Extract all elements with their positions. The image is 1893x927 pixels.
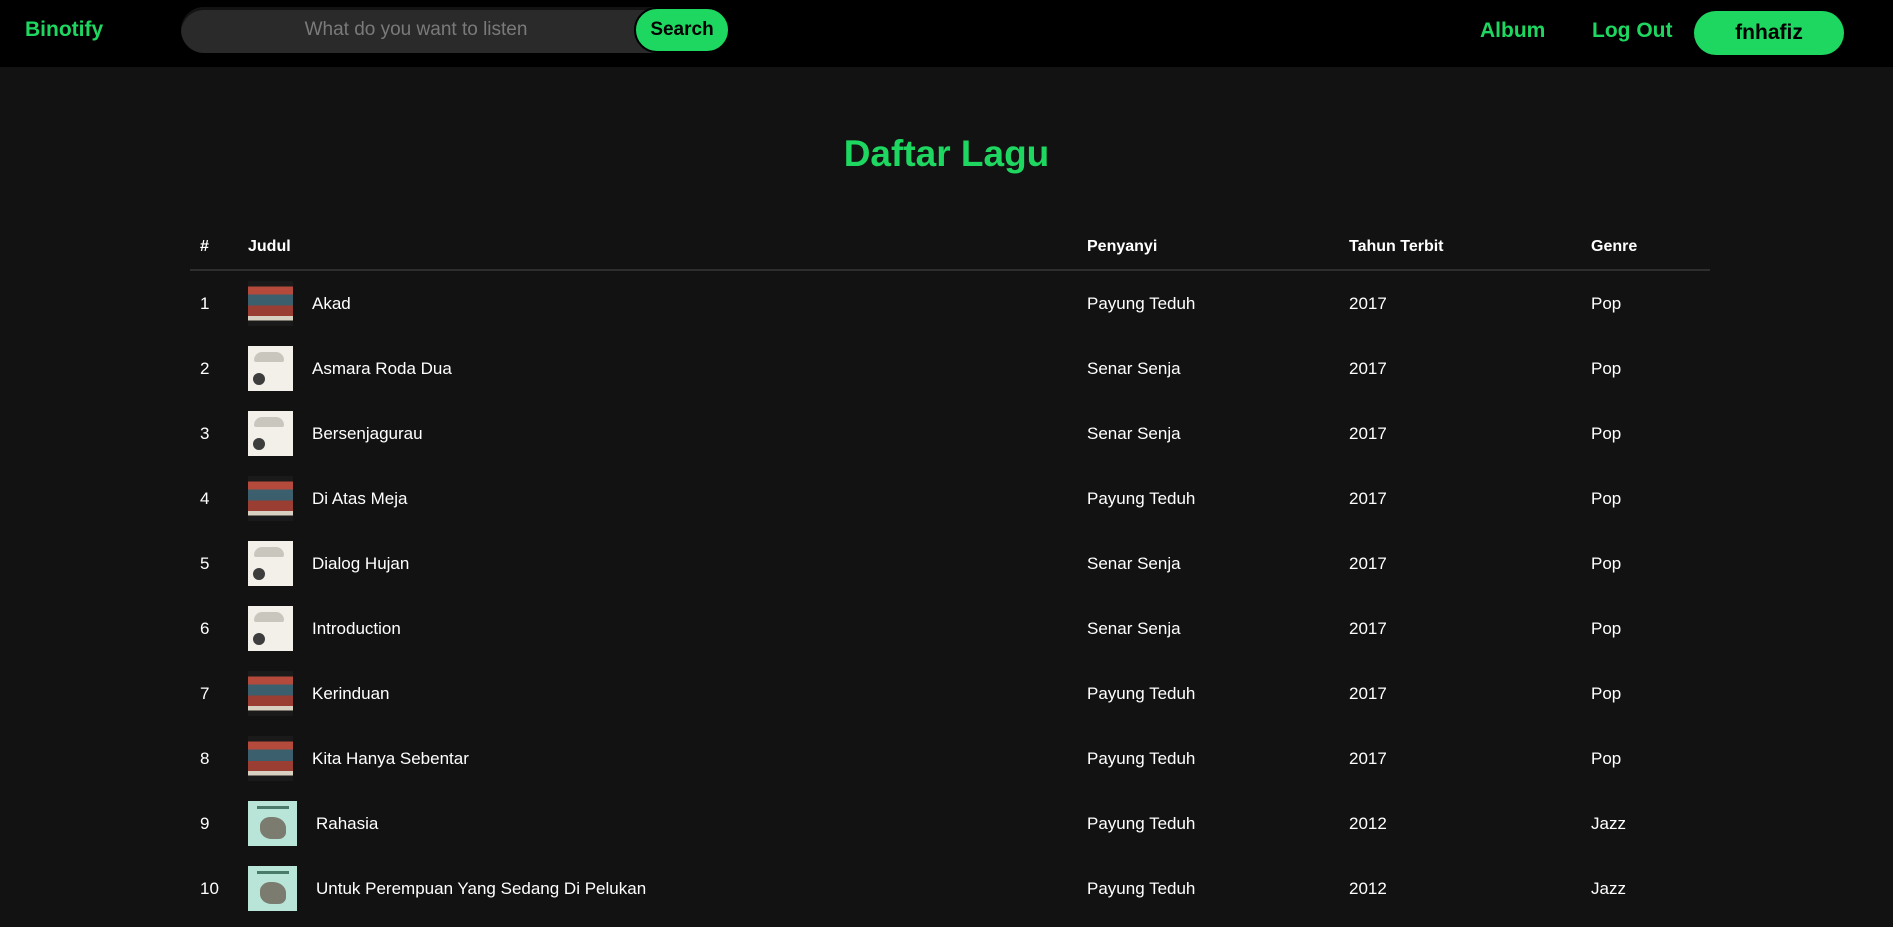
album-cover-icon [248,411,293,456]
row-number: 2 [200,358,210,378]
song-title[interactable]: Untuk Perempuan Yang Sedang Di Pelukan [316,879,646,899]
album-link[interactable]: Album [1480,19,1545,43]
song-title[interactable]: Kita Hanya Sebentar [312,749,469,769]
header-singer: Penyanyi [1087,225,1349,271]
album-cover-icon [248,736,293,781]
song-year: 2017 [1349,293,1387,313]
song-title[interactable]: Kerinduan [312,684,390,704]
header-number: # [190,225,248,271]
row-number: 1 [200,293,210,313]
song-genre: Pop [1591,293,1622,313]
album-cover-icon [248,671,293,716]
table-row[interactable]: 10 Untuk Perempuan Yang Sedang Di Peluka… [190,856,1710,921]
song-genre: Pop [1591,488,1622,508]
song-singer: Senar Senja [1087,423,1181,443]
song-singer: Payung Teduh [1087,813,1196,833]
table-row[interactable]: 8 Kita Hanya Sebentar Payung Teduh 2017 … [190,726,1710,791]
song-singer: Senar Senja [1087,553,1181,573]
song-year: 2017 [1349,748,1387,768]
table-header-row: # Judul Penyanyi Tahun Terbit Genre [190,225,1710,271]
row-number: 3 [200,423,210,443]
song-year: 2017 [1349,423,1387,443]
song-singer: Payung Teduh [1087,488,1196,508]
song-year: 2017 [1349,683,1387,703]
song-genre: Jazz [1591,813,1626,833]
song-title[interactable]: Asmara Roda Dua [312,359,452,379]
album-cover-icon [248,346,293,391]
table-row[interactable]: 9 Rahasia Payung Teduh 2012 Jazz [190,791,1710,856]
song-title[interactable]: Dialog Hujan [312,554,409,574]
song-singer: Senar Senja [1087,358,1181,378]
table-row[interactable]: 4 Di Atas Meja Payung Teduh 2017 Pop [190,466,1710,531]
song-title[interactable]: Di Atas Meja [312,489,407,509]
navbar: Binotify Search Album Log Out fnhafiz [0,0,1893,67]
song-singer: Payung Teduh [1087,748,1196,768]
album-cover-icon [248,541,293,586]
user-profile-button[interactable]: fnhafiz [1694,11,1844,55]
album-cover-icon [248,866,297,911]
row-number: 8 [200,748,210,768]
song-year: 2017 [1349,553,1387,573]
header-genre: Genre [1591,225,1710,271]
song-genre: Pop [1591,618,1622,638]
song-year: 2012 [1349,813,1387,833]
table-row[interactable]: 3 Bersenjagurau Senar Senja 2017 Pop [190,401,1710,466]
album-cover-icon [248,606,293,651]
logout-link[interactable]: Log Out [1592,19,1672,43]
song-year: 2017 [1349,618,1387,638]
song-genre: Jazz [1591,878,1626,898]
song-year: 2017 [1349,488,1387,508]
page-title: Daftar Lagu [843,133,1050,174]
song-singer: Payung Teduh [1087,878,1196,898]
row-number: 9 [200,813,210,833]
table-row[interactable]: 7 Kerinduan Payung Teduh 2017 Pop [190,661,1710,726]
song-genre: Pop [1591,553,1622,573]
song-singer: Payung Teduh [1087,683,1196,703]
song-title[interactable]: Akad [312,294,351,314]
table-row[interactable]: 6 Introduction Senar Senja 2017 Pop [190,596,1710,661]
song-genre: Pop [1591,358,1622,378]
album-cover-icon [248,281,293,326]
song-title[interactable]: Rahasia [316,814,378,834]
row-number: 10 [200,878,219,898]
song-table: # Judul Penyanyi Tahun Terbit Genre 1 Ak… [190,225,1710,921]
song-title[interactable]: Introduction [312,619,401,639]
song-singer: Senar Senja [1087,618,1181,638]
brand-logo[interactable]: Binotify [25,18,103,42]
song-genre: Pop [1591,683,1622,703]
header-year: Tahun Terbit [1349,225,1591,271]
search-button[interactable]: Search [634,7,730,53]
song-title[interactable]: Bersenjagurau [312,424,423,444]
table-row[interactable]: 1 Akad Payung Teduh 2017 Pop [190,270,1710,336]
album-cover-icon [248,801,297,846]
search-input[interactable] [181,7,631,53]
song-genre: Pop [1591,423,1622,443]
album-cover-icon [248,476,293,521]
table-row[interactable]: 2 Asmara Roda Dua Senar Senja 2017 Pop [190,336,1710,401]
row-number: 4 [200,488,210,508]
row-number: 5 [200,553,210,573]
song-genre: Pop [1591,748,1622,768]
row-number: 6 [200,618,210,638]
header-title: Judul [248,225,1087,271]
song-singer: Payung Teduh [1087,293,1196,313]
table-row[interactable]: 5 Dialog Hujan Senar Senja 2017 Pop [190,531,1710,596]
row-number: 7 [200,683,210,703]
song-year: 2012 [1349,878,1387,898]
song-year: 2017 [1349,358,1387,378]
search-bar: Search [181,7,730,53]
